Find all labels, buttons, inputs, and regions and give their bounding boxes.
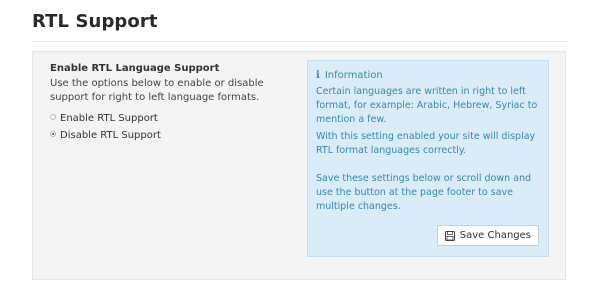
page-title: RTL Support xyxy=(32,11,158,32)
enable-rtl-label: Enable RTL Support xyxy=(60,113,158,124)
info-paragraph-languages: Certain languages are written in right t… xyxy=(316,86,538,125)
info-paragraph-save: Save these settings below or scroll down… xyxy=(316,173,532,212)
option-disable-rtl[interactable]: Disable RTL Support xyxy=(50,127,300,144)
rtl-setting-group: Enable RTL Language Support Use the opti… xyxy=(50,62,300,144)
option-enable-rtl[interactable]: Enable RTL Support xyxy=(50,110,300,127)
title-divider xyxy=(32,41,568,42)
save-changes-label: Save Changes xyxy=(459,230,531,241)
save-changes-button[interactable]: Save Changes xyxy=(436,225,539,246)
setting-description: Use the options below to enable or disab… xyxy=(50,78,264,103)
setting-heading: Enable RTL Language Support xyxy=(50,63,220,74)
rtl-options: Enable RTL Support Disable RTL Support xyxy=(50,110,300,144)
information-box: i Information Certain languages are writ… xyxy=(307,60,549,257)
info-paragraph-display: With this setting enabled your site will… xyxy=(316,131,536,156)
info-header: i Information xyxy=(316,69,538,82)
disable-rtl-radio[interactable] xyxy=(50,130,56,137)
settings-panel: Enable RTL Language Support Use the opti… xyxy=(32,51,566,280)
info-icon: i xyxy=(316,70,320,81)
info-title: Information xyxy=(324,70,383,81)
floppy-disk-icon xyxy=(444,230,455,241)
enable-rtl-radio[interactable] xyxy=(50,113,56,120)
disable-rtl-label: Disable RTL Support xyxy=(60,130,161,141)
